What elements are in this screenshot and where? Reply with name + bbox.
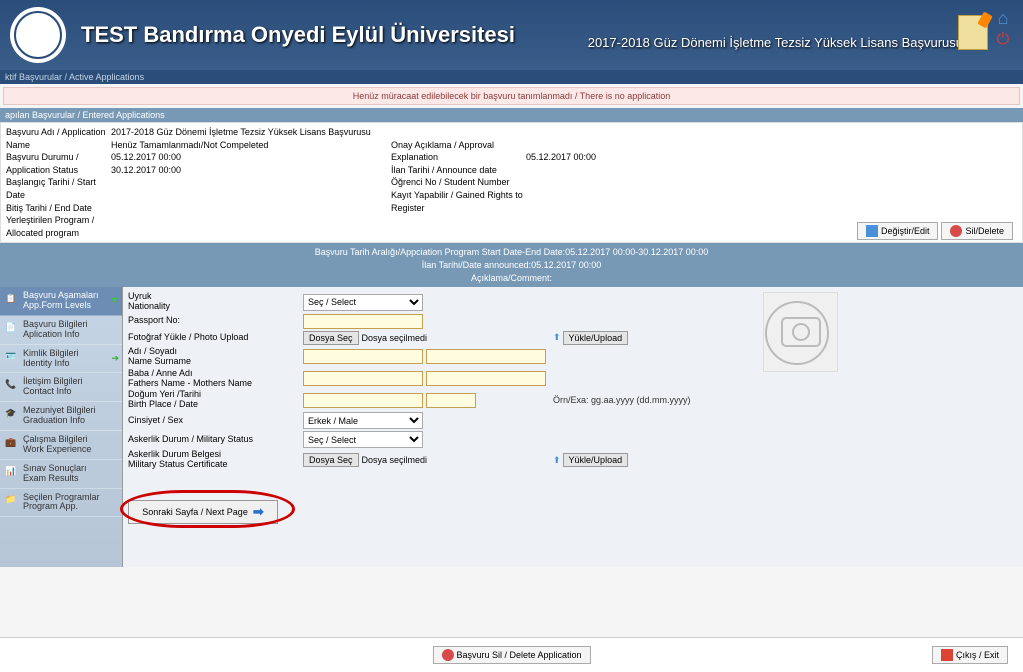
exit-button[interactable]: Çıkış / Exit (932, 646, 1008, 664)
label-start-date: Başlangıç Tarihi / Start Date (6, 176, 111, 201)
label-register: Kayıt Yapabilir / Gained Rights to Regis… (391, 189, 526, 214)
header-title: TEST Bandırma Onyedi Eylül Üniversitesi (81, 22, 515, 48)
sidebar-item-identity-info[interactable]: 🪪Kimlik BilgileriIdentity Info➔ (0, 345, 122, 374)
value-start-date: 05.12.2017 00:00 (111, 151, 391, 164)
upload-icon: ⬆ (553, 332, 561, 343)
label-app-name: Başvuru Adı / Application Name (6, 126, 111, 151)
military-upload-button[interactable]: Yükle/Upload (563, 453, 629, 467)
delete-icon (441, 649, 453, 661)
photo-placeholder (763, 292, 838, 372)
passport-input[interactable] (303, 314, 423, 329)
sidebar-item-form-levels[interactable]: 📋Başvuru AşamalarıApp.Form Levels▼ (0, 287, 122, 316)
father-name-input[interactable] (303, 371, 423, 386)
label-announce: İlan Tarihi / Announce date (391, 164, 526, 177)
birthdate-input[interactable] (426, 393, 476, 408)
form-icon: 📋 (5, 294, 19, 308)
military-file-button[interactable]: Dosya Seç (303, 453, 359, 467)
info-icon: 📄 (5, 323, 19, 337)
sidebar-item-work-experience[interactable]: 💼Çalışma BilgileriWork Experience (0, 431, 122, 460)
graduation-icon: 🎓 (5, 409, 19, 423)
camera-icon (781, 317, 821, 347)
breadcrumb: ktif Başvurular / Active Applications (0, 70, 1023, 84)
label-allocated: Yerleştirilen Program / Allocated progra… (6, 214, 111, 239)
military-file-status: Dosya seçilmedi (362, 455, 428, 465)
gender-select[interactable]: Erkek / Male (303, 412, 423, 429)
photo-file-status: Dosya seçilmedi (362, 333, 428, 343)
delete-application-button[interactable]: Başvuru Sil / Delete Application (432, 646, 590, 664)
contact-icon: 📞 (5, 380, 19, 394)
next-page-button[interactable]: Sonraki Sayfa / Next Page➡ (128, 500, 278, 524)
photo-file-button[interactable]: Dosya Seç (303, 331, 359, 345)
mother-name-input[interactable] (426, 371, 546, 386)
sidebar-item-contact-info[interactable]: 📞İletişim BilgileriContact Info (0, 373, 122, 402)
university-logo (10, 7, 66, 63)
exam-icon: 📊 (5, 467, 19, 481)
note-icon[interactable] (958, 15, 988, 50)
edit-icon (866, 225, 878, 237)
upload-icon: ⬆ (553, 455, 561, 466)
sidebar-item-graduation-info[interactable]: 🎓Mezuniyet BilgileriGraduation Info (0, 402, 122, 431)
header-subtitle: 2017-2018 Güz Dönemi İşletme Tezsiz Yüks… (588, 35, 963, 50)
value-app-status: Henüz Tamamlanmadı/Not Compeleted (111, 139, 391, 152)
delete-button[interactable]: Sil/Delete (941, 222, 1013, 240)
sidebar: 📋Başvuru AşamalarıApp.Form Levels▼ 📄Başv… (0, 287, 123, 567)
application-info-grid: Başvuru Adı / Application Name Başvuru D… (0, 122, 1023, 243)
section-header: apılan Başvurular / Entered Applications (0, 108, 1023, 122)
value-app-name: 2017-2018 Güz Dönemi İşletme Tezsiz Yüks… (111, 126, 391, 139)
info-strip: Başvuru Tarih Aralığı/Appciation Program… (0, 243, 1023, 287)
value-announce: 05.12.2017 00:00 (526, 151, 1017, 164)
footer: Başvuru Sil / Delete Application Çıkış /… (0, 637, 1023, 672)
birthplace-input[interactable] (303, 393, 423, 408)
power-icon[interactable]: ⏻ (993, 30, 1013, 50)
sidebar-item-application-info[interactable]: 📄Başvuru BilgileriAplication Info (0, 316, 122, 345)
sidebar-item-exam-results[interactable]: 📊Sınav SonuçlarıExam Results (0, 460, 122, 489)
delete-icon (950, 225, 962, 237)
label-approval: Onay Açıklama / Approval Explanation (391, 139, 526, 164)
surname-input[interactable] (426, 349, 546, 364)
exit-icon (941, 649, 953, 661)
value-end-date: 30.12.2017 00:00 (111, 164, 391, 177)
firstname-input[interactable] (303, 349, 423, 364)
label-student-no: Öğrenci No / Student Number (391, 176, 526, 189)
military-select[interactable]: Seç / Select (303, 431, 423, 448)
label-end-date: Bitiş Tarihi / End Date (6, 202, 111, 215)
page-header: TEST Bandırma Onyedi Eylül Üniversitesi … (0, 0, 1023, 70)
home-icon[interactable]: ⌂ (993, 8, 1013, 28)
label-app-status: Başvuru Durumu / Application Status (6, 151, 111, 176)
notice-bar: Henüz müracaat edilebilecek bir başvuru … (3, 87, 1020, 105)
photo-upload-button[interactable]: Yükle/Upload (563, 331, 629, 345)
arrow-right-icon: ➡ (253, 504, 264, 520)
work-icon: 💼 (5, 438, 19, 452)
id-icon: 🪪 (5, 352, 19, 366)
program-icon: 📁 (5, 495, 19, 509)
edit-button[interactable]: Değiştir/Edit (857, 222, 939, 240)
date-hint: Örn/Exa: gg.aa.yyyy (dd.mm.yyyy) (553, 395, 691, 405)
sidebar-item-program-app[interactable]: 📁Seçilen ProgramlarProgram App. (0, 489, 122, 518)
nationality-select[interactable]: Seç / Select (303, 294, 423, 311)
